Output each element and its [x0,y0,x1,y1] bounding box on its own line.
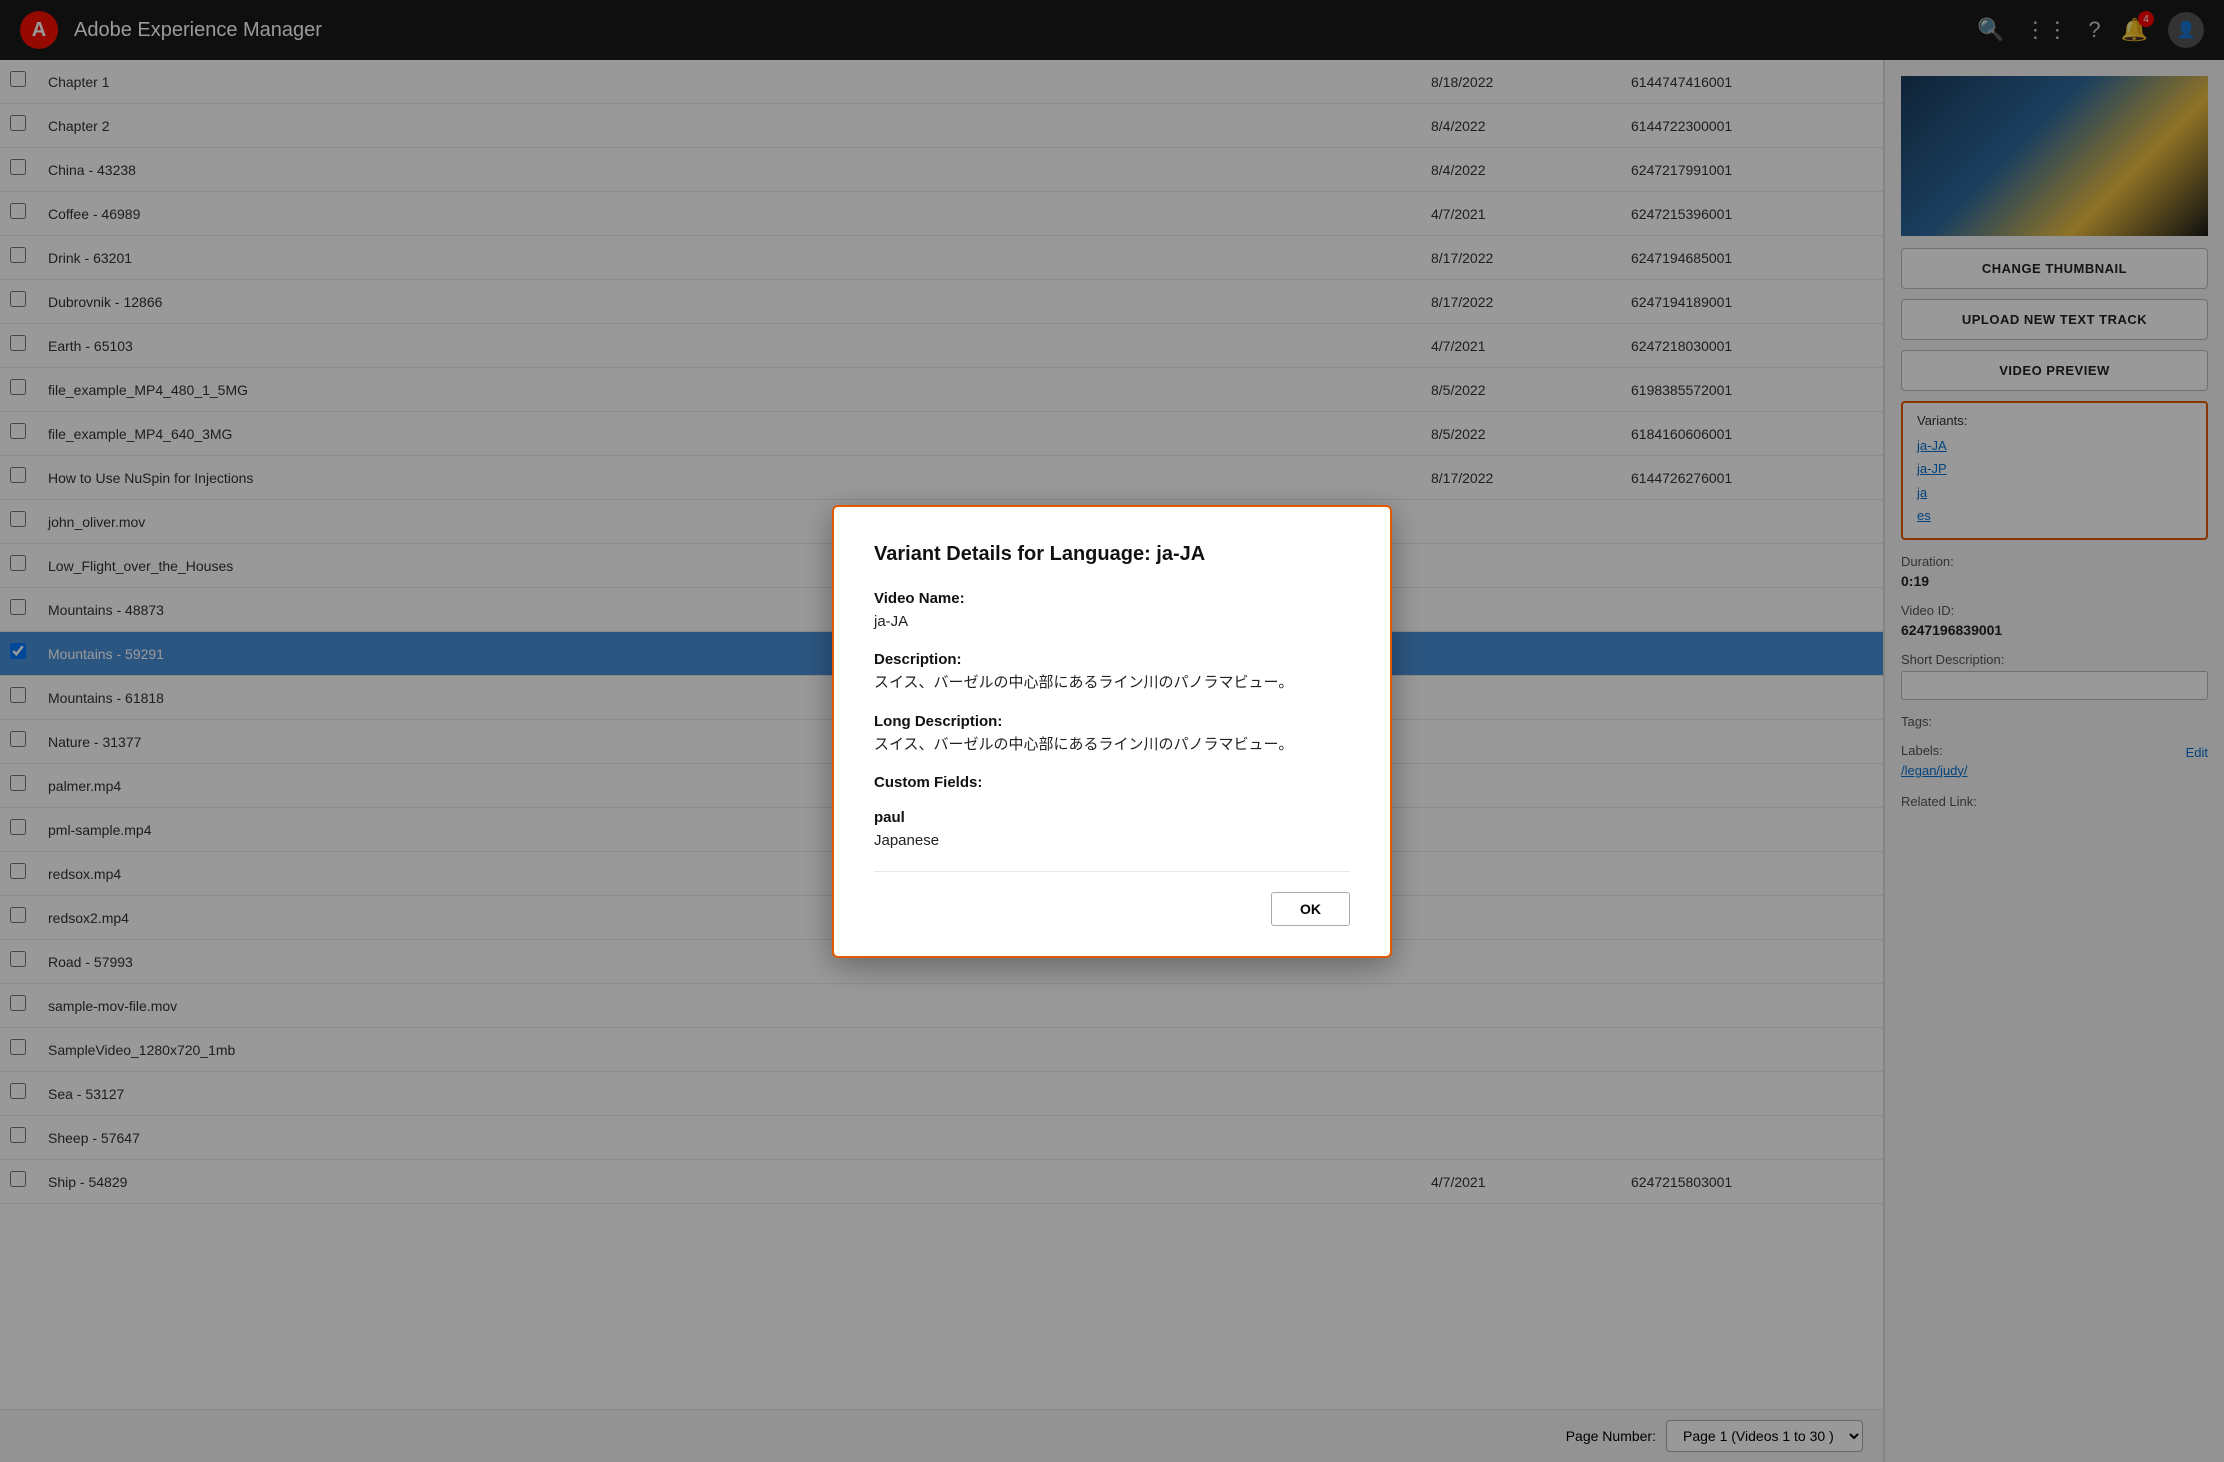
modal-description-field: Description: スイス、バーゼルの中心部にあるライン川のパノラマビュー… [874,651,1350,695]
modal-overlay: Variant Details for Language: ja-JA Vide… [0,0,2224,1462]
modal-footer: OK [874,871,1350,926]
modal-long-description-field: Long Description: スイス、バーゼルの中心部にあるライン川のパノ… [874,713,1350,757]
modal-title: Variant Details for Language: ja-JA [874,543,1350,566]
variant-details-modal: Variant Details for Language: ja-JA Vide… [832,505,1392,958]
modal-video-name-field: Video Name: ja-JA [874,590,1350,634]
modal-ok-button[interactable]: OK [1271,892,1350,926]
modal-custom-fields: Custom Fields: [874,774,1350,791]
modal-paul-field: paul Japanese [874,809,1350,853]
